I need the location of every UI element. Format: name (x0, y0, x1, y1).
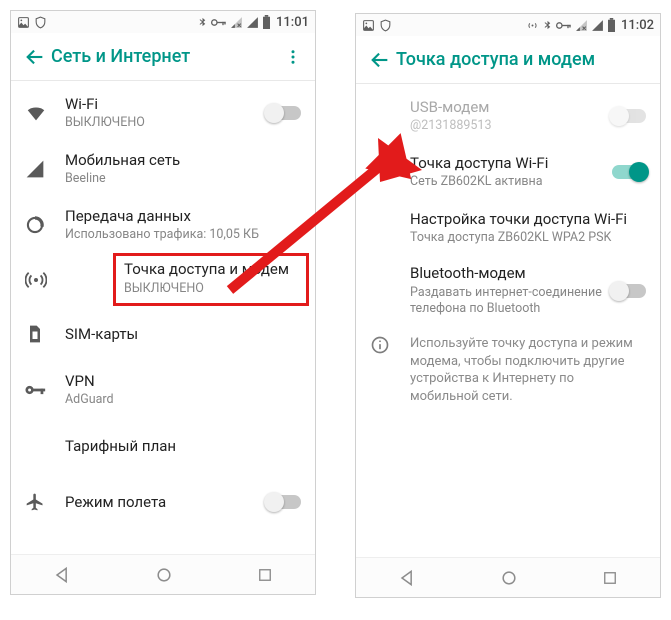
row-mobile-network[interactable]: Мобильная сеть Beeline (11, 141, 315, 197)
page-title: Точка доступа и модем (396, 49, 652, 70)
row-data-plan[interactable]: Тарифный план (11, 418, 315, 474)
phone-right: 11:02 Точка доступа и модем USB-модем @2… (355, 13, 661, 598)
row-title: Точка доступа и модем (124, 260, 298, 279)
nav-home-button[interactable] (499, 568, 519, 588)
row-title: Точка доступа Wi-Fi (410, 154, 606, 173)
status-bar: 11:02 (356, 14, 660, 36)
row-title: Мобильная сеть (65, 151, 295, 170)
bluetooth-switch[interactable] (612, 284, 646, 298)
row-title: Передача данных (65, 207, 295, 226)
airplane-icon (25, 492, 65, 512)
row-vpn[interactable]: VPN AdGuard (11, 362, 315, 418)
image-icon (17, 16, 30, 29)
row-bluetooth-tethering[interactable]: Bluetooth-модем Раздавать интернет-соеди… (356, 256, 660, 325)
phone-left: 11:01 Сеть и Интернет Wi-Fi ВЫКЛЮЧЕНО Мо… (10, 10, 316, 595)
row-sim-cards[interactable]: SIM-карты (11, 306, 315, 362)
signal-icon (25, 159, 65, 179)
shield-icon (379, 19, 392, 32)
row-subtitle: Сеть ZB602KL активна (410, 174, 606, 190)
usb-switch (612, 109, 646, 123)
app-bar: Точка доступа и модем (356, 36, 660, 84)
nav-back-button[interactable] (397, 568, 417, 588)
row-title: VPN (65, 372, 295, 391)
row-subtitle: Использовано трафика: 10,05 КБ (65, 227, 295, 243)
wifi-switch[interactable] (267, 106, 301, 120)
key-icon (211, 17, 227, 28)
status-left (17, 16, 47, 29)
signal-x-icon (575, 19, 588, 32)
row-subtitle: Раздавать интернет-соединение телефона п… (410, 285, 606, 318)
vpn-key-icon (25, 383, 65, 397)
row-subtitle: Точка доступа ZB602KL WPA2 PSK (410, 230, 640, 246)
battery-icon (262, 15, 271, 29)
row-hotspot-setup[interactable]: Настройка точки доступа Wi-Fi Точка дост… (356, 200, 660, 256)
info-icon (370, 335, 410, 405)
airplane-switch[interactable] (267, 495, 301, 509)
data-usage-icon (25, 215, 65, 235)
status-left (362, 19, 392, 32)
status-bar: 11:01 (11, 11, 315, 33)
row-subtitle: ВЫКЛЮЧЕНО (124, 281, 298, 297)
nav-home-button[interactable] (154, 565, 174, 585)
nav-bar (11, 554, 315, 594)
sim-icon (25, 324, 65, 344)
row-subtitle: Beeline (65, 171, 295, 187)
row-subtitle: ВЫКЛЮЧЕНО (65, 115, 261, 131)
row-airplane-mode[interactable]: Режим полета (11, 474, 315, 530)
signal-x-icon (230, 16, 243, 29)
key-icon (556, 20, 572, 31)
signal-icon (246, 16, 259, 29)
settings-list: USB-модем @2131889513 Точка доступа Wi-F… (356, 84, 660, 415)
back-button[interactable] (19, 46, 51, 68)
hotspot-icon (11, 269, 65, 291)
nav-recent-button[interactable] (256, 566, 274, 584)
row-wifi[interactable]: Wi-Fi ВЫКЛЮЧЕНО (11, 85, 315, 141)
bluetooth-icon (542, 19, 553, 32)
image-icon (362, 19, 375, 32)
nav-bar (356, 557, 660, 597)
row-data-usage[interactable]: Передача данных Использовано трафика: 10… (11, 197, 315, 253)
row-title: Тарифный план (65, 437, 295, 456)
row-title: Режим полета (65, 493, 261, 512)
row-wifi-hotspot[interactable]: Точка доступа Wi-Fi Сеть ZB602KL активна (356, 144, 660, 200)
row-hotspot-tethering[interactable]: Точка доступа и модем ВЫКЛЮЧЕНО (113, 253, 309, 306)
wifi-icon (25, 102, 65, 124)
app-bar: Сеть и Интернет (11, 33, 315, 81)
clock-text: 11:02 (621, 18, 654, 33)
info-text: Используйте точку доступа и режим модема… (410, 335, 644, 405)
clock-text: 11:01 (276, 15, 309, 30)
row-usb-tethering: USB-модем @2131889513 (356, 88, 660, 144)
row-title: USB-модем (410, 98, 606, 117)
row-title: Настройка точки доступа Wi-Fi (410, 210, 640, 229)
row-subtitle: @2131889513 (410, 118, 606, 134)
overflow-button[interactable] (279, 48, 307, 66)
battery-icon (607, 18, 616, 32)
status-right: 11:01 (197, 15, 309, 30)
back-button[interactable] (364, 49, 396, 71)
bluetooth-icon (197, 16, 208, 29)
hotspot-status-icon (526, 19, 539, 32)
info-note: Используйте точку доступа и режим модема… (356, 325, 660, 415)
nav-back-button[interactable] (52, 565, 72, 585)
settings-list: Wi-Fi ВЫКЛЮЧЕНО Мобильная сеть Beeline П… (11, 81, 315, 530)
row-title: SIM-карты (65, 325, 295, 344)
row-title: Bluetooth-модем (410, 264, 606, 283)
signal-icon (591, 19, 604, 32)
wifi-hotspot-switch[interactable] (612, 165, 646, 179)
row-title: Wi-Fi (65, 95, 261, 114)
page-title: Сеть и Интернет (51, 46, 279, 67)
shield-icon (34, 16, 47, 29)
nav-recent-button[interactable] (601, 569, 619, 587)
row-subtitle: AdGuard (65, 392, 295, 408)
status-right: 11:02 (526, 18, 654, 33)
